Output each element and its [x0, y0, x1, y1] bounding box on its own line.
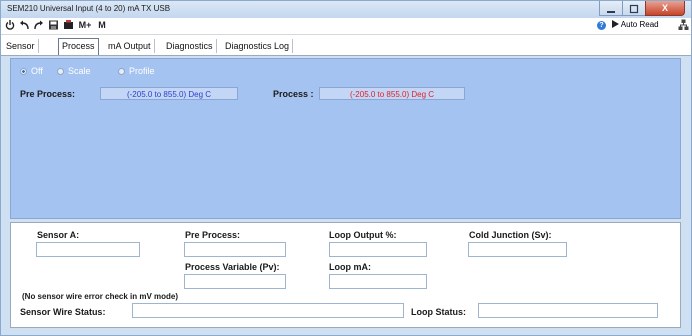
- cold-junction-label: Cold Junction (Sv):: [469, 230, 552, 240]
- maximize-button[interactable]: [622, 1, 646, 16]
- mode-off-radio[interactable]: Off: [20, 66, 43, 76]
- loop-output-field: [329, 242, 427, 257]
- mv-mode-note: (No sensor wire error check in mV mode): [22, 292, 179, 301]
- process-range-label: Process :: [273, 89, 314, 99]
- pre-process-field: [184, 242, 286, 257]
- toolbar: M+ M ? Auto Read: [1, 18, 691, 35]
- loop-ma-label: Loop mA:: [329, 262, 371, 272]
- pre-process-range-field[interactable]: (-205.0 to 855.0) Deg C: [100, 87, 238, 100]
- pre-process-range-label: Pre Process:: [20, 89, 76, 99]
- network-icon[interactable]: [678, 19, 689, 32]
- app-window: SEM210 Universal Input (4 to 20) mA TX U…: [0, 0, 692, 336]
- help-icon[interactable]: ?: [597, 21, 606, 30]
- process-settings-panel: Off Scale Profile Pre Process: (-205.0 t…: [10, 58, 681, 219]
- title-bar[interactable]: SEM210 Universal Input (4 to 20) mA TX U…: [1, 1, 691, 18]
- readings-panel: Sensor A: Pre Process: Loop Output %: Co…: [10, 222, 681, 328]
- memory-button[interactable]: M: [97, 19, 107, 32]
- forward-icon[interactable]: [33, 19, 44, 32]
- mode-scale-label: Scale: [68, 66, 91, 76]
- tab-strip: Sensor Process mA Output Diagnostics Dia…: [1, 35, 691, 56]
- sensor-wire-status-label: Sensor Wire Status:: [20, 307, 106, 317]
- pre-process-label: Pre Process:: [185, 230, 241, 240]
- cold-junction-field: [468, 242, 567, 257]
- memory-plus-button[interactable]: M+: [77, 19, 93, 32]
- process-variable-label: Process Variable (Pv):: [185, 262, 280, 272]
- auto-read-button[interactable]: Auto Read: [612, 20, 659, 29]
- loop-ma-field: [329, 274, 427, 289]
- tab-diagnostics[interactable]: Diagnostics: [163, 39, 217, 53]
- window-title: SEM210 Universal Input (4 to 20) mA TX U…: [7, 4, 171, 13]
- sensor-a-field: [36, 242, 140, 257]
- sensor-wire-status-field: [132, 303, 404, 318]
- radio-icon: [118, 68, 125, 75]
- process-range-field[interactable]: (-205.0 to 855.0) Deg C: [319, 87, 465, 100]
- radio-selected-icon: [20, 68, 27, 75]
- power-icon[interactable]: [5, 19, 15, 32]
- loop-output-label: Loop Output %:: [329, 230, 397, 240]
- tab-process[interactable]: Process: [58, 38, 99, 55]
- window-controls: X: [599, 1, 685, 16]
- save-icon[interactable]: [48, 19, 59, 32]
- minimize-icon: [607, 11, 615, 13]
- mode-profile-label: Profile: [129, 66, 155, 76]
- tab-ma-output[interactable]: mA Output: [105, 39, 155, 53]
- maximize-icon: [629, 4, 639, 14]
- close-icon: X: [661, 3, 668, 13]
- close-button[interactable]: X: [645, 1, 685, 16]
- radio-icon: [57, 68, 64, 75]
- tab-sensor[interactable]: Sensor: [3, 39, 39, 53]
- play-icon: [612, 20, 619, 28]
- loop-status-label: Loop Status:: [411, 307, 466, 317]
- mode-profile-radio[interactable]: Profile: [118, 66, 155, 76]
- auto-read-label: Auto Read: [620, 20, 659, 29]
- record-icon[interactable]: [63, 19, 74, 32]
- mode-scale-radio[interactable]: Scale: [57, 66, 91, 76]
- tab-diagnostics-log[interactable]: Diagnostics Log: [222, 39, 294, 53]
- loop-status-field: [478, 303, 658, 318]
- process-variable-field: [184, 274, 286, 289]
- minimize-button[interactable]: [599, 1, 623, 16]
- mode-off-label: Off: [31, 66, 43, 76]
- sensor-a-label: Sensor A:: [37, 230, 80, 240]
- back-icon[interactable]: [19, 19, 30, 32]
